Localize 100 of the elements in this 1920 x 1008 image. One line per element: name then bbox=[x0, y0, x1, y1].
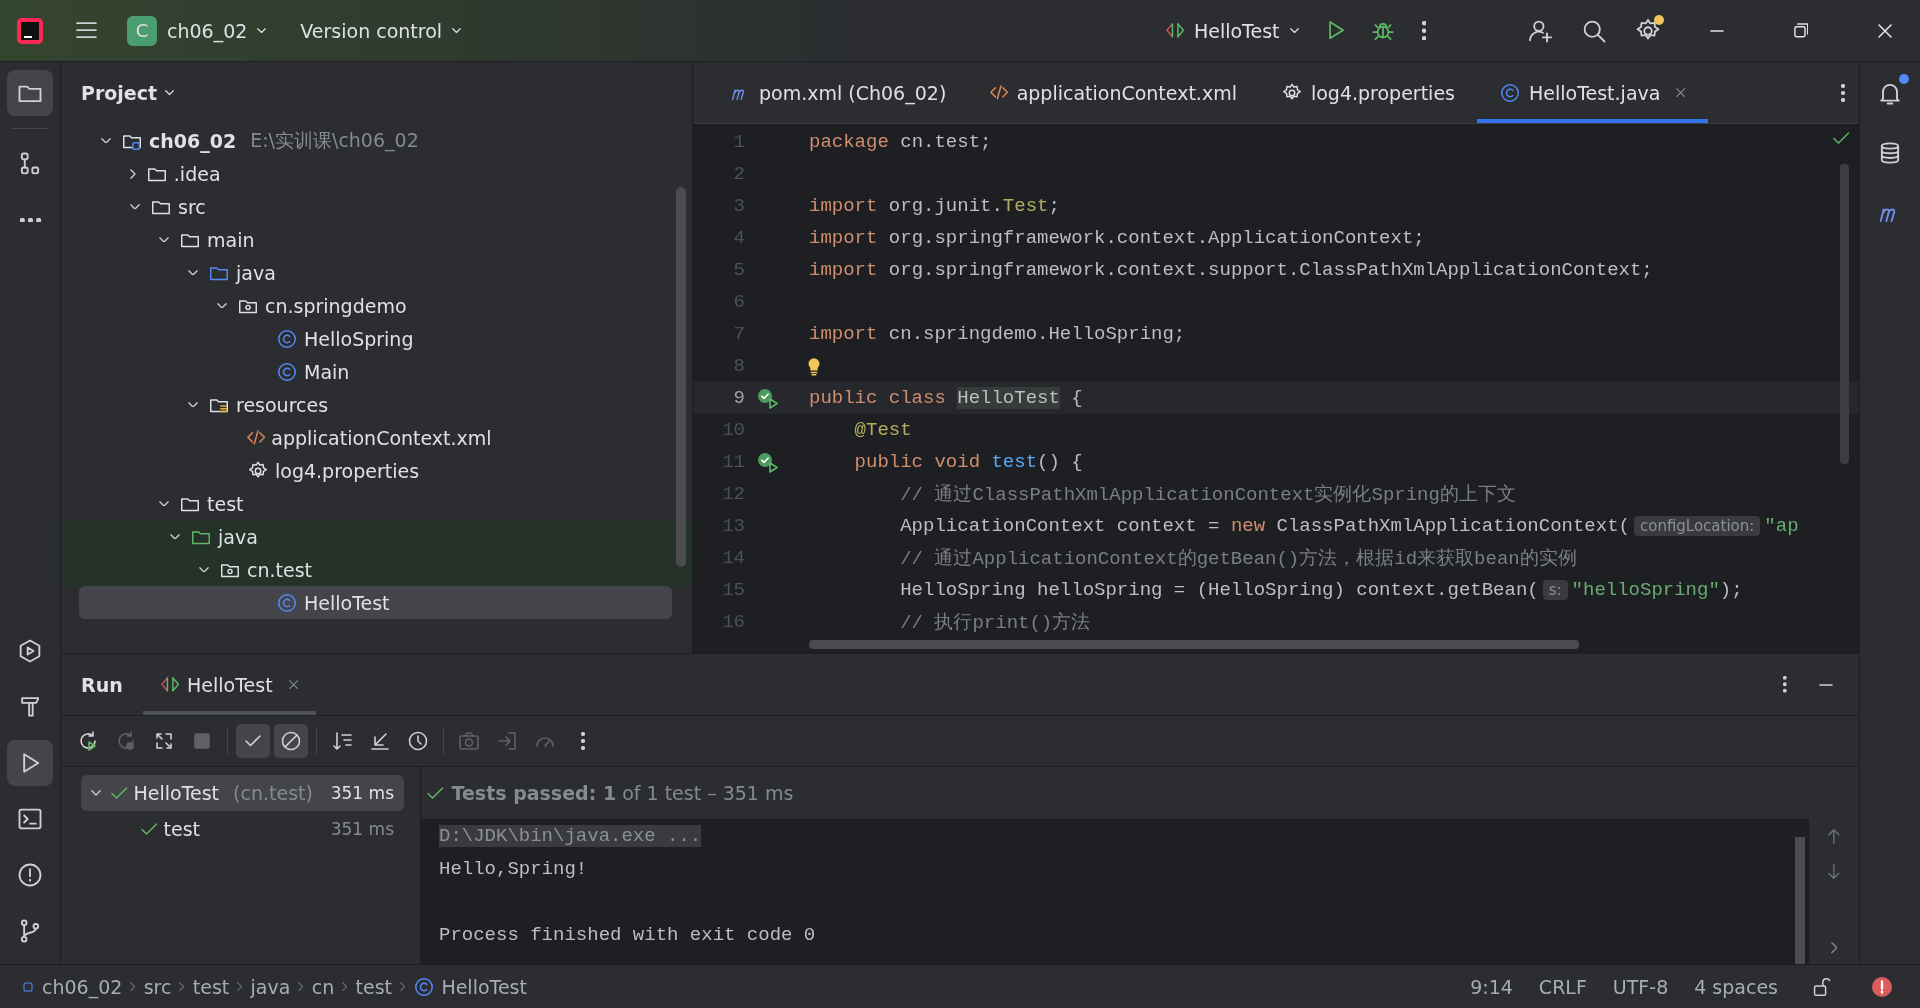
arrow-up-icon[interactable] bbox=[1828, 829, 1840, 844]
test-result-item[interactable]: HelloTest (cn.test) 351 ms bbox=[81, 775, 404, 811]
scrollbar[interactable] bbox=[1795, 837, 1805, 964]
restore-icon bbox=[1793, 23, 1809, 38]
chevron-right-icon bbox=[342, 981, 348, 992]
scrollbar[interactable] bbox=[1840, 164, 1849, 464]
tree-item[interactable]: HelloSpring bbox=[79, 322, 672, 355]
tree-item[interactable]: test bbox=[79, 487, 672, 520]
scrollbar[interactable] bbox=[676, 187, 686, 567]
tree-item[interactable]: src bbox=[79, 190, 672, 223]
run-config-selector[interactable]: HelloTest bbox=[1155, 13, 1309, 48]
tree-item[interactable]: resources bbox=[79, 388, 672, 421]
more-icon bbox=[1421, 20, 1426, 41]
minimize-icon bbox=[1710, 29, 1724, 32]
project-switcher[interactable]: C ch06_02 bbox=[117, 9, 277, 52]
panel-title-dropdown[interactable]: Project bbox=[61, 62, 195, 124]
tree-item[interactable]: java bbox=[61, 520, 692, 553]
code-line: import org.springframework.context.support.ClassPathXmlApplicationContext; bbox=[809, 259, 1653, 281]
check-icon bbox=[111, 787, 128, 799]
history-icon bbox=[406, 729, 430, 753]
close-icon[interactable] bbox=[1676, 87, 1686, 98]
arrow-down-icon[interactable] bbox=[1828, 864, 1840, 879]
chevron-down-icon bbox=[452, 27, 462, 34]
tool-window-title: Run bbox=[81, 673, 123, 696]
check-icon bbox=[245, 735, 261, 747]
run-tab[interactable]: HelloTest bbox=[142, 654, 316, 715]
tree-item[interactable]: log4.properties bbox=[79, 454, 672, 487]
xml-file-icon bbox=[990, 85, 1009, 100]
tree-item[interactable]: .idea bbox=[79, 157, 672, 190]
test-config-icon bbox=[1165, 23, 1184, 38]
menu-icon bbox=[76, 22, 97, 39]
tree-item[interactable]: java bbox=[79, 256, 672, 289]
tool-window-button[interactable] bbox=[7, 740, 53, 786]
run-test-icon[interactable] bbox=[755, 386, 779, 410]
editor-tab[interactable]: pom.xml (Ch06_02) bbox=[707, 62, 969, 123]
code-line: import org.springframework.context.ApplicationContext; bbox=[809, 227, 1425, 249]
xml-file-icon bbox=[247, 430, 266, 445]
hammer-icon bbox=[20, 697, 40, 717]
close-icon bbox=[1878, 23, 1892, 38]
check-icon bbox=[427, 787, 444, 799]
breadcrumb[interactable]: java bbox=[250, 975, 291, 998]
tree-item[interactable]: cn.test bbox=[61, 553, 692, 586]
toolbar-button[interactable] bbox=[236, 724, 270, 758]
status-item[interactable]: UTF-8 bbox=[1612, 975, 1669, 998]
chevron-right-icon bbox=[130, 981, 136, 992]
tree-item[interactable]: Main bbox=[79, 355, 672, 388]
tree-item[interactable]: HelloTest bbox=[79, 586, 672, 619]
tree-item[interactable]: main bbox=[79, 223, 672, 256]
breadcrumb[interactable]: HelloTest bbox=[413, 975, 527, 998]
status-item[interactable]: CRLF bbox=[1538, 975, 1587, 998]
test-result-item[interactable]: test 351 ms bbox=[81, 811, 404, 847]
breadcrumb[interactable]: test bbox=[192, 975, 230, 998]
scrollbar[interactable] bbox=[809, 640, 1579, 649]
chevron-down-icon bbox=[101, 137, 111, 144]
code-line: import org.junit.Test; bbox=[809, 195, 1060, 217]
status-item[interactable]: 9:14 bbox=[1470, 975, 1513, 998]
ignored-icon bbox=[279, 729, 303, 753]
app-logo-icon bbox=[16, 16, 44, 45]
chevron-down-icon bbox=[91, 790, 101, 796]
class-icon bbox=[276, 360, 298, 383]
chevron-down-icon bbox=[170, 533, 180, 540]
minimize-icon bbox=[1819, 683, 1833, 686]
chevron-down-icon bbox=[188, 269, 198, 276]
test-config-icon bbox=[160, 677, 179, 692]
chevron-down-icon bbox=[165, 90, 175, 96]
run-icon bbox=[1328, 21, 1344, 40]
code-line: ApplicationContext context = new ClassPathXmlApplicationContext( configLocation: "ap bbox=[899, 515, 1799, 537]
editor-tab[interactable]: log4.properties bbox=[1258, 62, 1477, 123]
code-line: // 通过ApplicationContext的getBean()方法，根据id来获取bean的实例 bbox=[899, 547, 1577, 571]
line-number: 9 bbox=[732, 387, 745, 409]
status-item[interactable]: 4 spaces bbox=[1694, 975, 1778, 998]
breadcrumb[interactable]: cn bbox=[311, 975, 335, 998]
code-line: // 通过ClassPathXmlApplicationContext实例化Spring的上下文 bbox=[899, 483, 1516, 507]
editor-tab[interactable]: applicationContext.xml bbox=[968, 62, 1259, 123]
chevron-down-icon bbox=[130, 203, 140, 210]
code-line: public class HelloTest { bbox=[809, 387, 1083, 409]
class-icon bbox=[413, 975, 436, 998]
tree-item[interactable]: cn.springdemo bbox=[79, 289, 672, 322]
tool-window-button[interactable] bbox=[7, 70, 53, 116]
chevron-right-icon[interactable] bbox=[1830, 942, 1838, 954]
editor-tab[interactable]: HelloTest.java bbox=[1477, 62, 1708, 123]
tree-item[interactable]: ch06_02 E:\实训课\ch06_02 bbox=[79, 124, 672, 157]
sort-icon bbox=[332, 732, 352, 750]
tree-item[interactable]: applicationContext.xml bbox=[79, 421, 672, 454]
chevron-down-icon bbox=[1289, 27, 1299, 34]
more-icon bbox=[581, 732, 585, 750]
close-icon[interactable] bbox=[288, 679, 298, 690]
problems-icon bbox=[16, 861, 44, 889]
run-test-icon[interactable] bbox=[755, 450, 779, 474]
chevron-right-icon bbox=[179, 981, 185, 992]
vcs-menu[interactable]: Version control bbox=[290, 13, 472, 48]
code-line: package cn.test; bbox=[809, 131, 992, 153]
toolbar-button[interactable] bbox=[274, 724, 308, 758]
test-summary: Tests passed: 1 of 1 test – 351 ms bbox=[451, 782, 794, 804]
chevron-right-icon bbox=[130, 168, 136, 179]
code-line: public void test() { bbox=[853, 451, 1083, 473]
chevron-down-icon bbox=[199, 566, 209, 573]
breadcrumb[interactable]: test bbox=[355, 975, 393, 998]
breadcrumb[interactable]: src bbox=[143, 975, 172, 998]
breadcrumb[interactable]: ch06_02 bbox=[20, 975, 123, 998]
